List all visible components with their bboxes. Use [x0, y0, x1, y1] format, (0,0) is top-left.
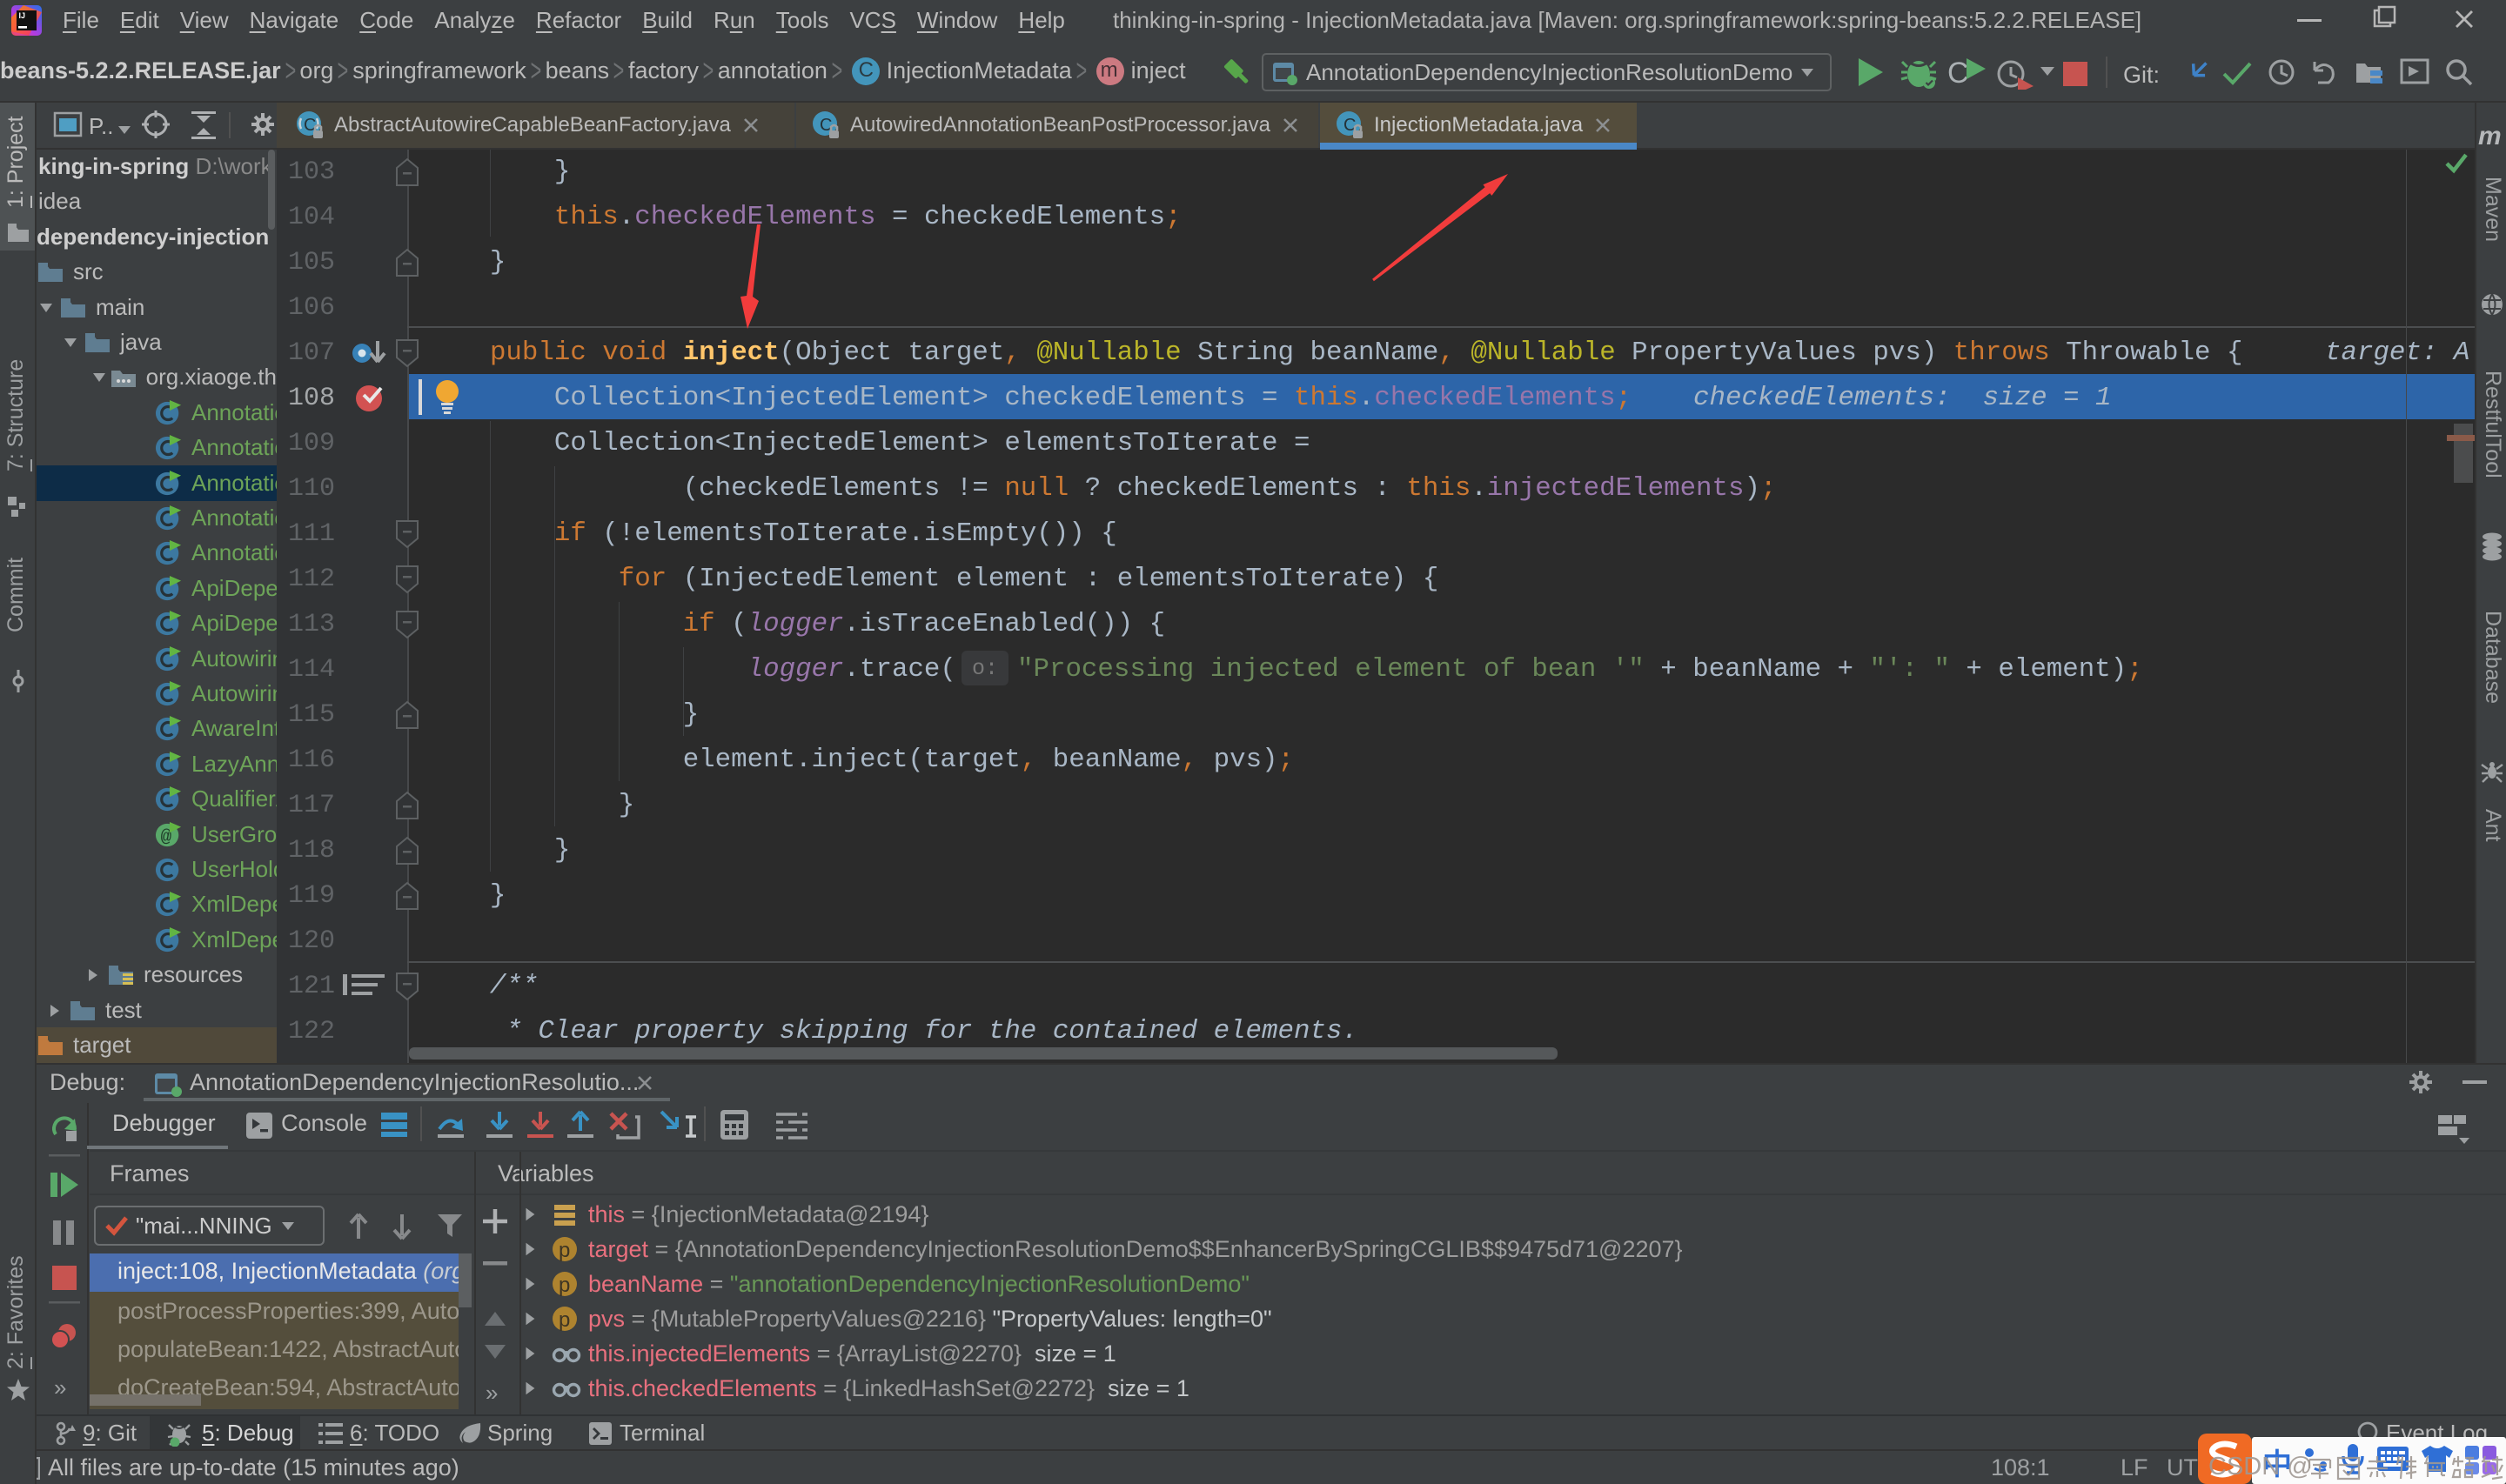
svg-text:C: C — [1947, 57, 1969, 90]
svg-text:Git:: Git: — [2123, 62, 2160, 88]
svg-text:»: » — [486, 1380, 498, 1406]
svg-text:»: » — [54, 1374, 66, 1400]
svg-text:IJ: IJ — [19, 11, 26, 20]
svg-text:P..: P.. — [89, 113, 113, 139]
svg-text:p: p — [559, 1308, 570, 1332]
svg-text:p: p — [559, 1239, 570, 1262]
svg-text:p: p — [559, 1273, 570, 1297]
